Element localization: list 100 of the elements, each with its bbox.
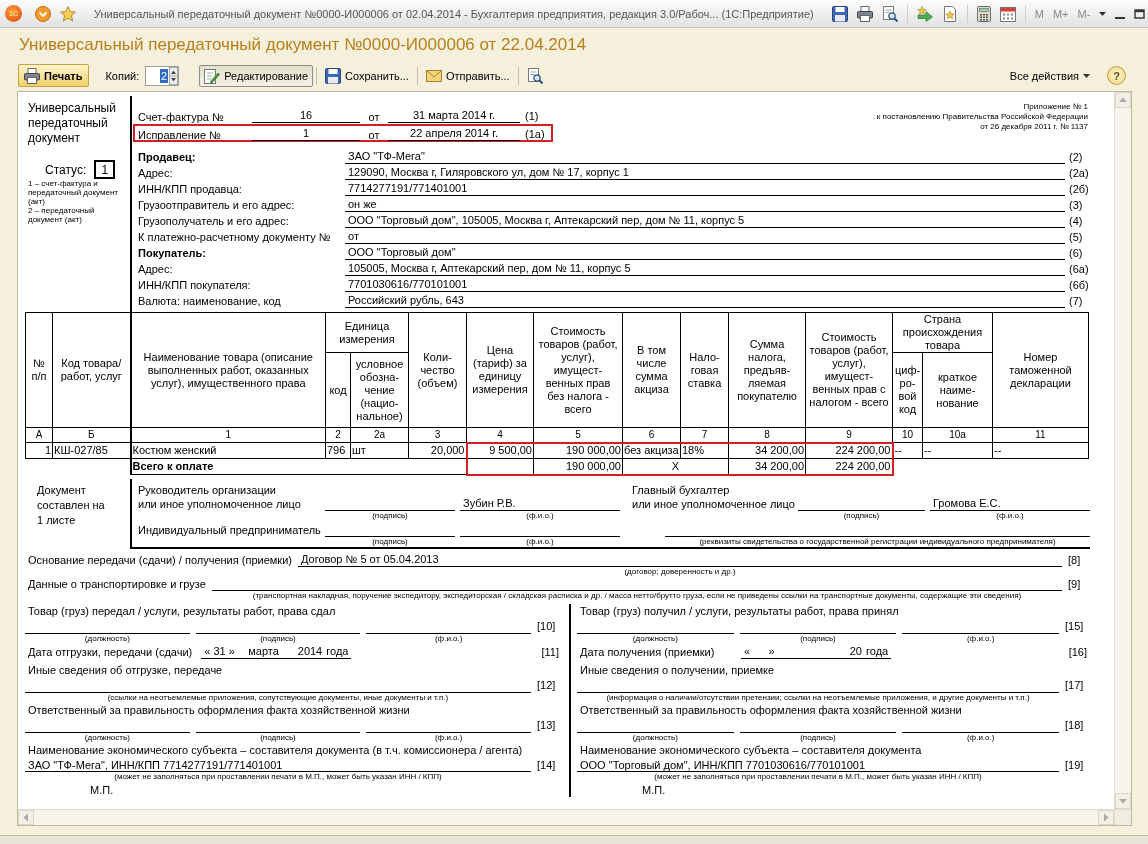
column-header: Нало-говая ставка bbox=[680, 312, 729, 428]
table-cell: 9 500,00 bbox=[466, 442, 534, 459]
stamp-label: М.П. bbox=[642, 782, 666, 797]
copies-field[interactable]: 2 bbox=[145, 65, 180, 86]
help-button[interactable]: ? bbox=[1107, 66, 1126, 85]
line-caption: (подпись) bbox=[800, 732, 836, 742]
send-button[interactable]: Отправить... bbox=[420, 64, 515, 87]
minimize-icon[interactable] bbox=[1115, 16, 1126, 19]
chevron-down-icon[interactable] bbox=[35, 5, 51, 22]
appendix-note: Приложение № 1 к постановлению Правительства Российской Федерации от 26 декабря 2011 г. № 1137 bbox=[876, 102, 1088, 132]
field-label: Адрес: bbox=[138, 262, 173, 276]
date-day: « » bbox=[744, 643, 775, 658]
maximize-icon[interactable] bbox=[1134, 8, 1146, 19]
field-value: 7701030616/770101001 bbox=[345, 277, 1065, 292]
field-value: 105005, Москва г, Аптекарский пер, дом № 11, корпус 5 bbox=[345, 261, 1065, 276]
line-caption: (ф.и.о.) bbox=[966, 732, 995, 742]
line-caption: (ф.и.о.) bbox=[526, 536, 554, 546]
line-caption: (подпись) bbox=[260, 633, 296, 643]
field-label: ИНН/КПП продавца: bbox=[138, 182, 242, 196]
line-caption: (ссылки на неотъемлемые приложения, сопутствующие документы, иные документы и т.п.) bbox=[107, 692, 449, 702]
field-value: ЗАО "ТФ-Мега" bbox=[345, 149, 1065, 164]
sheet-count-note: Документ составлен на 1 листе bbox=[37, 482, 106, 528]
table-cell: 34 200,00 bbox=[728, 458, 806, 475]
date-suffix: года bbox=[326, 643, 349, 658]
field-label: от bbox=[368, 111, 380, 123]
field-label: Счет-фактура № bbox=[138, 111, 225, 123]
line-caption: (подпись) bbox=[260, 732, 296, 742]
document-magnifier-icon[interactable] bbox=[881, 5, 898, 22]
status-note: 1 – счет-фактура и передаточный документ (акт) bbox=[28, 179, 119, 206]
column-number: Б bbox=[52, 427, 131, 443]
field-value: он же bbox=[345, 197, 1065, 212]
column-header: В том числе сумма акциза bbox=[622, 312, 681, 428]
column-header: Коли-чество (объем) bbox=[408, 312, 467, 428]
field-value: ООО "Торговый дом", 105005, Москва г, Аптекарский пер, дом № 11, корпус 5 bbox=[345, 213, 1065, 228]
print-button[interactable]: Печать bbox=[18, 64, 90, 87]
column-header: Цена (тариф) за единицу измерения bbox=[466, 312, 534, 428]
line-caption: (должность) bbox=[632, 633, 678, 643]
field-code: [16] bbox=[1068, 644, 1087, 659]
field-label: Продавец: bbox=[138, 150, 196, 164]
field-value: 16 bbox=[252, 108, 360, 123]
spinner-arrows-icon[interactable] bbox=[169, 66, 179, 85]
field-label: Основание передачи (сдачи) / получения (приемки) bbox=[28, 552, 292, 567]
all-actions-button[interactable]: Все действия bbox=[1004, 64, 1095, 87]
field-code: (7) bbox=[1068, 294, 1083, 308]
line-caption: (ф.и.о.) bbox=[434, 633, 463, 643]
table-cell: без акциза bbox=[622, 442, 681, 459]
date-suffix: года bbox=[866, 643, 889, 658]
printer-icon[interactable] bbox=[856, 5, 873, 22]
date-year: 20 bbox=[849, 643, 862, 658]
section-label: Товар (груз) передал / услуги, результаты работ, права сдал bbox=[27, 603, 336, 618]
section-label: Иные сведения о получении, приемке bbox=[579, 662, 775, 677]
calculator-icon[interactable] bbox=[976, 5, 991, 22]
line-caption: (должность) bbox=[84, 732, 130, 742]
field-code: [15] bbox=[1065, 618, 1085, 634]
field-label: Дата отгрузки, передачи (сдачи) bbox=[27, 644, 193, 659]
stamp-label: М.П. bbox=[90, 782, 114, 797]
line-caption: (ф.и.о.) bbox=[996, 510, 1024, 520]
column-group-header: Единица измерения bbox=[325, 312, 409, 353]
save-button[interactable]: Сохранить... bbox=[320, 64, 414, 87]
field-code: (6) bbox=[1068, 246, 1083, 260]
field-value: от bbox=[345, 229, 1065, 244]
status-note: 2 – передаточный документ (акт) bbox=[28, 206, 96, 224]
document-type-label: Универсальный передаточный документ bbox=[28, 101, 117, 146]
field-value: 22 апреля 2014 г. bbox=[388, 126, 520, 141]
star-arrow-icon[interactable] bbox=[916, 5, 933, 22]
section-label: Ответственный за правильность оформления факта хозяйственной жизни bbox=[579, 702, 962, 717]
table-cell: -- bbox=[892, 442, 923, 459]
field-label: от bbox=[368, 129, 380, 141]
line-caption: (транспортная накладная, поручение экспедитору, экспедиторская / складская расписка и др. / масса нетто/брутто груза, если не приведены ссылки на транспортные документы, содержащие эти сведения) bbox=[252, 590, 1022, 600]
field-code: (2б) bbox=[1068, 182, 1089, 196]
field-value: 129090, Москва г, Гиляровского ул, дом № 17, корпус 1 bbox=[345, 165, 1065, 180]
envelope-icon bbox=[425, 69, 442, 82]
section-label: Иные сведения об отгрузке, передаче bbox=[27, 662, 223, 677]
status-label: Статус: bbox=[45, 162, 87, 177]
field-code: [13] bbox=[537, 717, 557, 733]
table-cell: КШ-027/85 bbox=[52, 442, 131, 459]
table-cell: -- bbox=[992, 442, 1089, 459]
field-value: 1 bbox=[252, 126, 360, 141]
star-icon[interactable] bbox=[60, 5, 76, 22]
table-cell: 224 200,00 bbox=[805, 458, 893, 475]
column-header: Код товара/ работ, услуг bbox=[52, 312, 131, 428]
table-cell: 224 200,00 bbox=[805, 442, 893, 459]
field-label: Исправление № bbox=[138, 129, 222, 141]
line-caption: (подпись) bbox=[372, 510, 408, 520]
field-code: (2а) bbox=[1068, 166, 1089, 180]
field-code: (3) bbox=[1068, 198, 1083, 212]
edit-button[interactable]: Редактирование bbox=[199, 64, 314, 87]
line-caption: (подпись) bbox=[800, 633, 836, 643]
field-value: ЗАО "ТФ-Мега", ИНН/КПП 7714277191/771401001 bbox=[25, 757, 531, 772]
document-star-icon[interactable] bbox=[941, 5, 958, 22]
line-caption: (ф.и.о.) bbox=[966, 633, 995, 643]
field-value: 31 марта 2014 г. bbox=[388, 108, 520, 123]
calendar-icon[interactable] bbox=[999, 5, 1016, 22]
field-label: Данные о транспортировке и грузе bbox=[28, 576, 206, 591]
pencil-document-icon bbox=[204, 67, 221, 84]
field-label: ИНН/КПП покупателя: bbox=[138, 278, 251, 292]
section-label: Наименование экономического субъекта – составителя документа bbox=[579, 742, 922, 757]
field-code: (5) bbox=[1068, 230, 1083, 244]
table-cell: 190 000,00 bbox=[533, 442, 623, 459]
table-cell: Костюм женский bbox=[130, 442, 326, 459]
